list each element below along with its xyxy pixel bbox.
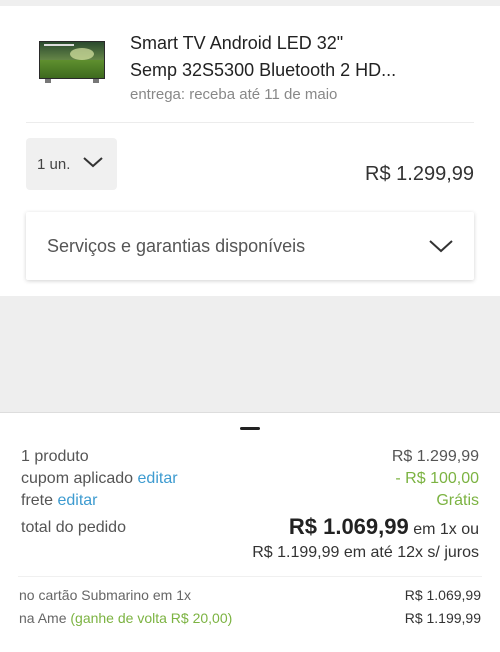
ame-label: na Ame <box>19 610 67 626</box>
shipping-value: Grátis <box>436 492 479 509</box>
product-title[interactable]: Smart TV Android LED 32" Semp 32S5300 Bl… <box>130 30 470 84</box>
chevron-down-icon <box>429 240 453 253</box>
divider <box>18 576 482 577</box>
products-label: 1 produto <box>21 448 89 465</box>
installments-text: R$ 1.199,99 em até 12x s/ juros <box>252 544 479 561</box>
sheet-drag-handle[interactable] <box>240 427 260 430</box>
ame-cashback: (ganhe de volta R$ 20,00) <box>70 610 233 626</box>
coupon-label: cupom aplicado <box>21 470 134 487</box>
product-title-line-2: Semp 32S5300 Bluetooth 2 HD... <box>130 60 397 80</box>
coupon-row: cupom aplicado editar - R$ 100,00 <box>21 470 479 488</box>
shipping-edit-link[interactable]: editar <box>57 492 97 509</box>
payment-card-row: no cartão Submarino em 1x R$ 1.069,99 <box>19 587 481 603</box>
services-label: Serviços e garantias disponíveis <box>47 236 306 256</box>
total-suffix: em 1x ou <box>413 521 479 538</box>
quantity-selector[interactable]: 1 un. <box>26 138 117 190</box>
card-value: R$ 1.069,99 <box>404 587 481 603</box>
card-label: no cartão Submarino em 1x <box>19 587 191 603</box>
chevron-down-icon <box>83 157 103 168</box>
product-card: Smart TV Android LED 32" Semp 32S5300 Bl… <box>0 6 500 296</box>
services-warranties-dropdown[interactable]: Serviços e garantias disponíveis <box>26 212 474 280</box>
order-summary-sheet: 1 produto R$ 1.299,99 cupom aplicado edi… <box>0 412 500 652</box>
shipping-row: frete editar Grátis <box>21 492 479 510</box>
coupon-discount-value: - R$ 100,00 <box>395 470 479 487</box>
total-label: total do pedido <box>21 519 126 536</box>
quantity-label: 1 un. <box>37 156 71 173</box>
delivery-estimate: entrega: receba até 11 de maio <box>130 86 338 103</box>
product-title-line-1: Smart TV Android LED 32" <box>130 33 344 53</box>
total-value: R$ 1.069,99 <box>288 514 409 539</box>
coupon-edit-link[interactable]: editar <box>138 470 178 487</box>
products-value: R$ 1.299,99 <box>391 448 479 465</box>
shipping-label: frete <box>21 492 54 509</box>
divider <box>26 122 474 123</box>
unit-price: R$ 1.299,99 <box>365 163 474 185</box>
ame-value: R$ 1.199,99 <box>404 610 481 626</box>
payment-ame-row: na Ame (ganhe de volta R$ 20,00) R$ 1.19… <box>19 610 481 626</box>
tv-thumbnail-icon[interactable] <box>39 41 105 83</box>
products-row: 1 produto R$ 1.299,99 <box>21 448 479 466</box>
background-area <box>0 296 500 412</box>
